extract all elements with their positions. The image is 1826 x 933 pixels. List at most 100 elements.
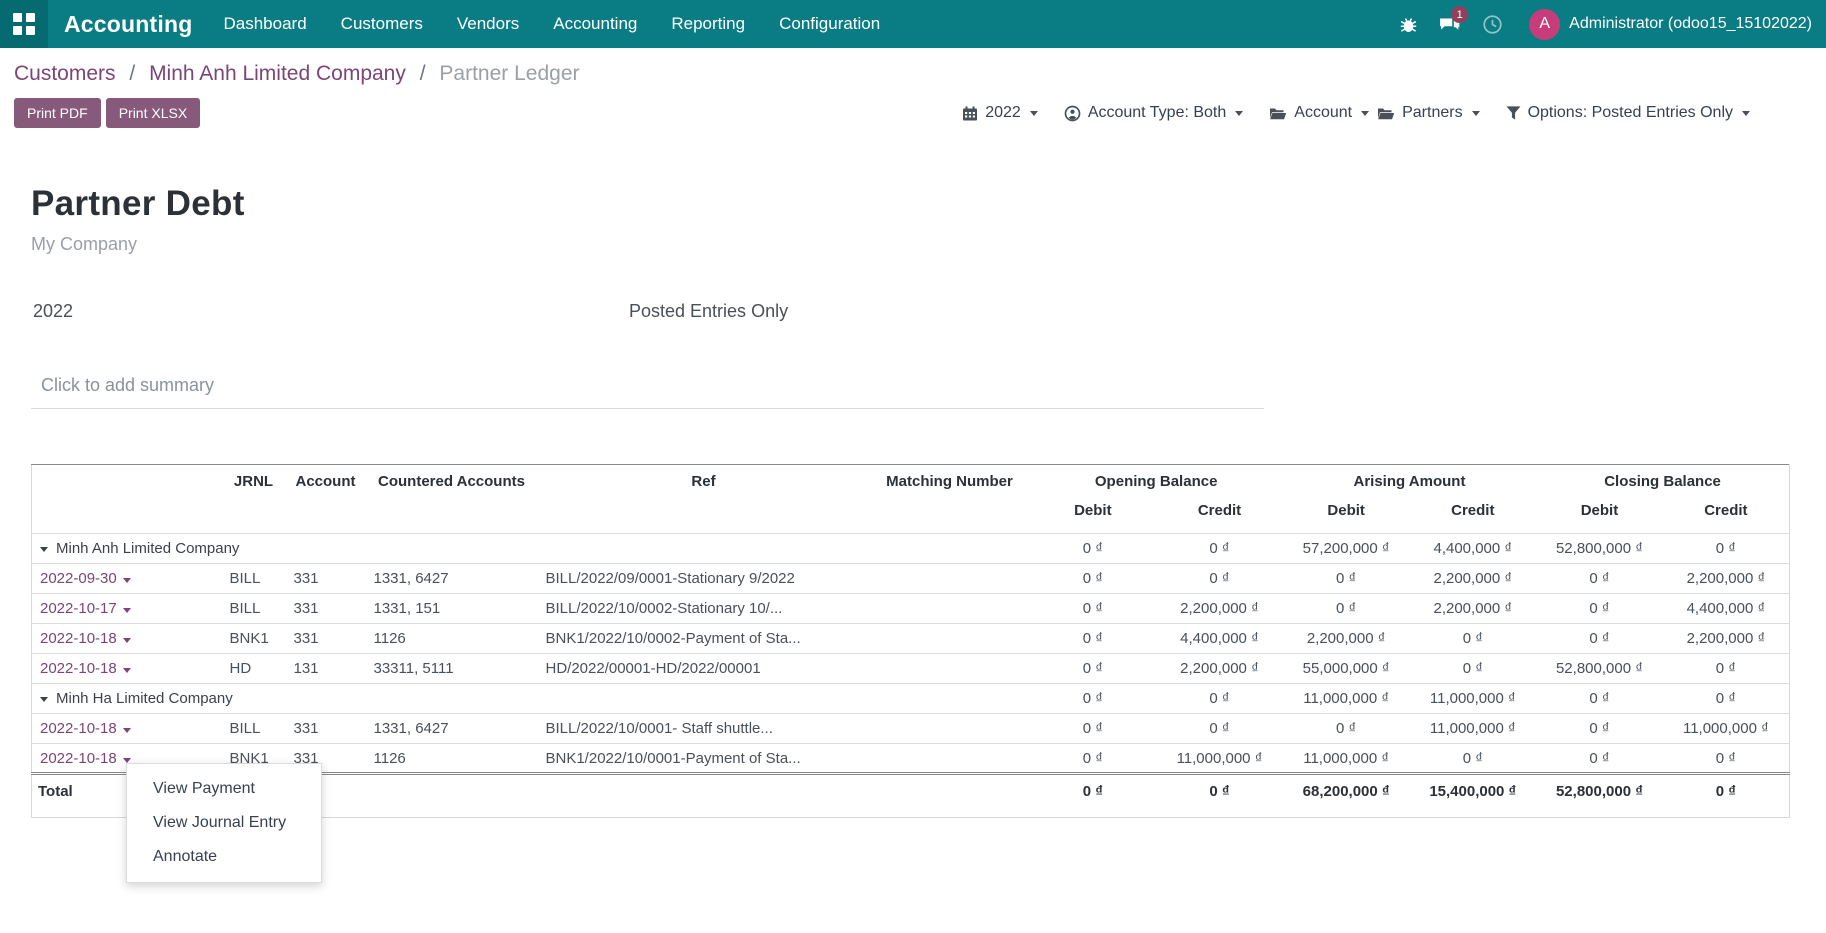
chevron-down-icon — [1235, 111, 1243, 116]
amount-cell: 0 ₫ — [1030, 744, 1157, 774]
amount-cell: 4,400,000 ₫ — [1156, 624, 1283, 654]
navbar-systray: 1 A Administrator (odoo15_15102022) — [1387, 0, 1826, 48]
ref-cell: BILL/2022/10/0001- Staff shuttle... — [538, 714, 870, 744]
entry-date-dropdown[interactable]: 2022-09-30 — [40, 570, 131, 587]
account-cell: 331 — [286, 594, 366, 624]
debit-subheader: Debit — [1283, 494, 1410, 534]
report-filters: 2022 Account Type: Both — [962, 104, 1810, 122]
amount-cell: 0 ₫ — [1409, 654, 1536, 684]
date-cell: 2022-10-17 — [32, 594, 222, 624]
total-amount-cell: 68,200,000 ₫ — [1283, 774, 1410, 818]
amount-cell: 11,000,000 ₫ — [1409, 684, 1536, 714]
amount-cell: 0 ₫ — [1663, 534, 1790, 564]
breadcrumb: Customers / Minh Anh Limited Company / P… — [14, 62, 1810, 86]
account-column-header: Account — [286, 465, 366, 534]
report-title: Partner Debt — [31, 184, 1790, 224]
date-filter-dropdown[interactable]: 2022 — [962, 104, 1038, 122]
chevron-down-icon — [123, 728, 131, 733]
print-pdf-button[interactable]: Print PDF — [14, 98, 101, 128]
amount-cell: 2,200,000 ₫ — [1283, 624, 1410, 654]
date-column-header — [32, 465, 222, 534]
report-period: 2022 — [33, 301, 73, 322]
account-type-filter-label: Account Type: Both — [1088, 104, 1226, 122]
amount-cell: 2,200,000 ₫ — [1663, 624, 1790, 654]
amount-cell: 0 ₫ — [1536, 624, 1663, 654]
amount-cell: 0 ₫ — [1536, 564, 1663, 594]
user-menu[interactable]: Administrator (odoo15_15102022) — [1569, 15, 1812, 33]
amount-cell: 0 ₫ — [1409, 624, 1536, 654]
menu-accounting[interactable]: Accounting — [536, 0, 654, 48]
chevron-down-icon — [1472, 111, 1480, 116]
account-cell: 331 — [286, 564, 366, 594]
chevron-down-icon — [123, 638, 131, 643]
countered-accounts-cell: 1331, 6427 — [366, 564, 538, 594]
amount-cell: 0 ₫ — [1030, 624, 1157, 654]
total-amount-cell: 52,800,000 ₫ — [1536, 774, 1663, 818]
menu-reporting[interactable]: Reporting — [654, 0, 762, 48]
summary-input[interactable]: Click to add summary — [31, 369, 1264, 409]
entry-date-dropdown[interactable]: 2022-10-18 — [40, 720, 131, 737]
breadcrumb-partner[interactable]: Minh Anh Limited Company — [149, 62, 406, 85]
ref-cell: BNK1/2022/10/0002-Payment of Sta... — [538, 624, 870, 654]
apps-grid-icon — [13, 13, 35, 35]
menu-customers[interactable]: Customers — [324, 0, 440, 48]
countered-accounts-cell: 1331, 151 — [366, 594, 538, 624]
top-navbar: Accounting Dashboard Customers Vendors A… — [0, 0, 1826, 48]
total-amount-cell: 0 ₫ — [1156, 774, 1283, 818]
amount-cell: 0 ₫ — [1283, 714, 1410, 744]
account-type-filter-dropdown[interactable]: Account Type: Both — [1064, 104, 1243, 122]
chevron-down-icon — [1361, 111, 1369, 116]
menu-item-view-payment[interactable]: View Payment — [127, 772, 321, 806]
activities-clock-icon[interactable] — [1471, 0, 1513, 48]
ledger-body: Minh Anh Limited Company0 ₫0 ₫57,200,000… — [32, 534, 1790, 774]
control-panel: Customers / Minh Anh Limited Company / P… — [0, 48, 1826, 140]
amount-cell: 4,400,000 ₫ — [1409, 534, 1536, 564]
amount-cell: 0 ₫ — [1156, 564, 1283, 594]
entry-date-dropdown[interactable]: 2022-10-18 — [40, 660, 131, 677]
breadcrumb-separator: / — [129, 62, 135, 85]
collapse-caret-icon[interactable] — [40, 547, 48, 552]
menu-vendors[interactable]: Vendors — [440, 0, 536, 48]
folder-open-icon — [1377, 106, 1395, 121]
apps-menu-button[interactable] — [0, 0, 48, 48]
amount-cell: 2,200,000 ₫ — [1156, 654, 1283, 684]
ledger-entry-row: 2022-09-30BILL3311331, 6427BILL/2022/09/… — [32, 564, 1790, 594]
ref-cell: BILL/2022/09/0001-Stationary 9/2022 — [538, 564, 870, 594]
amount-cell: 52,800,000 ₫ — [1536, 534, 1663, 564]
breadcrumb-customers[interactable]: Customers — [14, 62, 116, 85]
menu-configuration[interactable]: Configuration — [762, 0, 897, 48]
jrnl-cell: HD — [222, 654, 286, 684]
account-filter-dropdown[interactable]: Account — [1269, 104, 1369, 122]
entry-date-dropdown[interactable]: 2022-10-18 — [40, 750, 131, 767]
ledger-entry-row: 2022-10-18BILL3311331, 6427BILL/2022/10/… — [32, 714, 1790, 744]
amount-cell: 0 ₫ — [1283, 594, 1410, 624]
ledger-entry-row: 2022-10-18HD13133311, 5111HD/2022/00001-… — [32, 654, 1790, 684]
chevron-down-icon — [123, 608, 131, 613]
entry-date-dropdown[interactable]: 2022-10-18 — [40, 630, 131, 647]
countered-accounts-cell: 33311, 5111 — [366, 654, 538, 684]
menu-item-annotate[interactable]: Annotate — [127, 840, 321, 874]
countered-accounts-cell: 1126 — [366, 624, 538, 654]
debit-subheader: Debit — [1030, 494, 1157, 534]
print-xlsx-button[interactable]: Print XLSX — [106, 98, 200, 128]
amount-cell: 2,200,000 ₫ — [1409, 564, 1536, 594]
amount-cell: 11,000,000 ₫ — [1156, 744, 1283, 774]
arising-amount-header: Arising Amount — [1283, 465, 1536, 495]
collapse-caret-icon[interactable] — [40, 697, 48, 702]
jrnl-cell: BILL — [222, 594, 286, 624]
partners-filter-dropdown[interactable]: Partners — [1377, 104, 1479, 122]
matching-number-cell — [870, 744, 1030, 774]
entry-date-dropdown[interactable]: 2022-10-17 — [40, 600, 131, 617]
ledger-entry-row: 2022-10-18BNK13311126BNK1/2022/10/0002-P… — [32, 624, 1790, 654]
messages-icon[interactable]: 1 — [1429, 0, 1471, 48]
amount-cell: 0 ₫ — [1030, 564, 1157, 594]
debug-bug-icon[interactable] — [1387, 0, 1429, 48]
options-filter-dropdown[interactable]: Options: Posted Entries Only — [1506, 104, 1750, 122]
date-cell: 2022-10-18 — [32, 654, 222, 684]
menu-dashboard[interactable]: Dashboard — [207, 0, 324, 48]
matching-number-cell — [870, 564, 1030, 594]
menu-item-view-journal-entry[interactable]: View Journal Entry — [127, 806, 321, 840]
app-brand[interactable]: Accounting — [48, 0, 207, 48]
amount-cell: 0 ₫ — [1536, 744, 1663, 774]
user-avatar[interactable]: A — [1529, 9, 1560, 40]
